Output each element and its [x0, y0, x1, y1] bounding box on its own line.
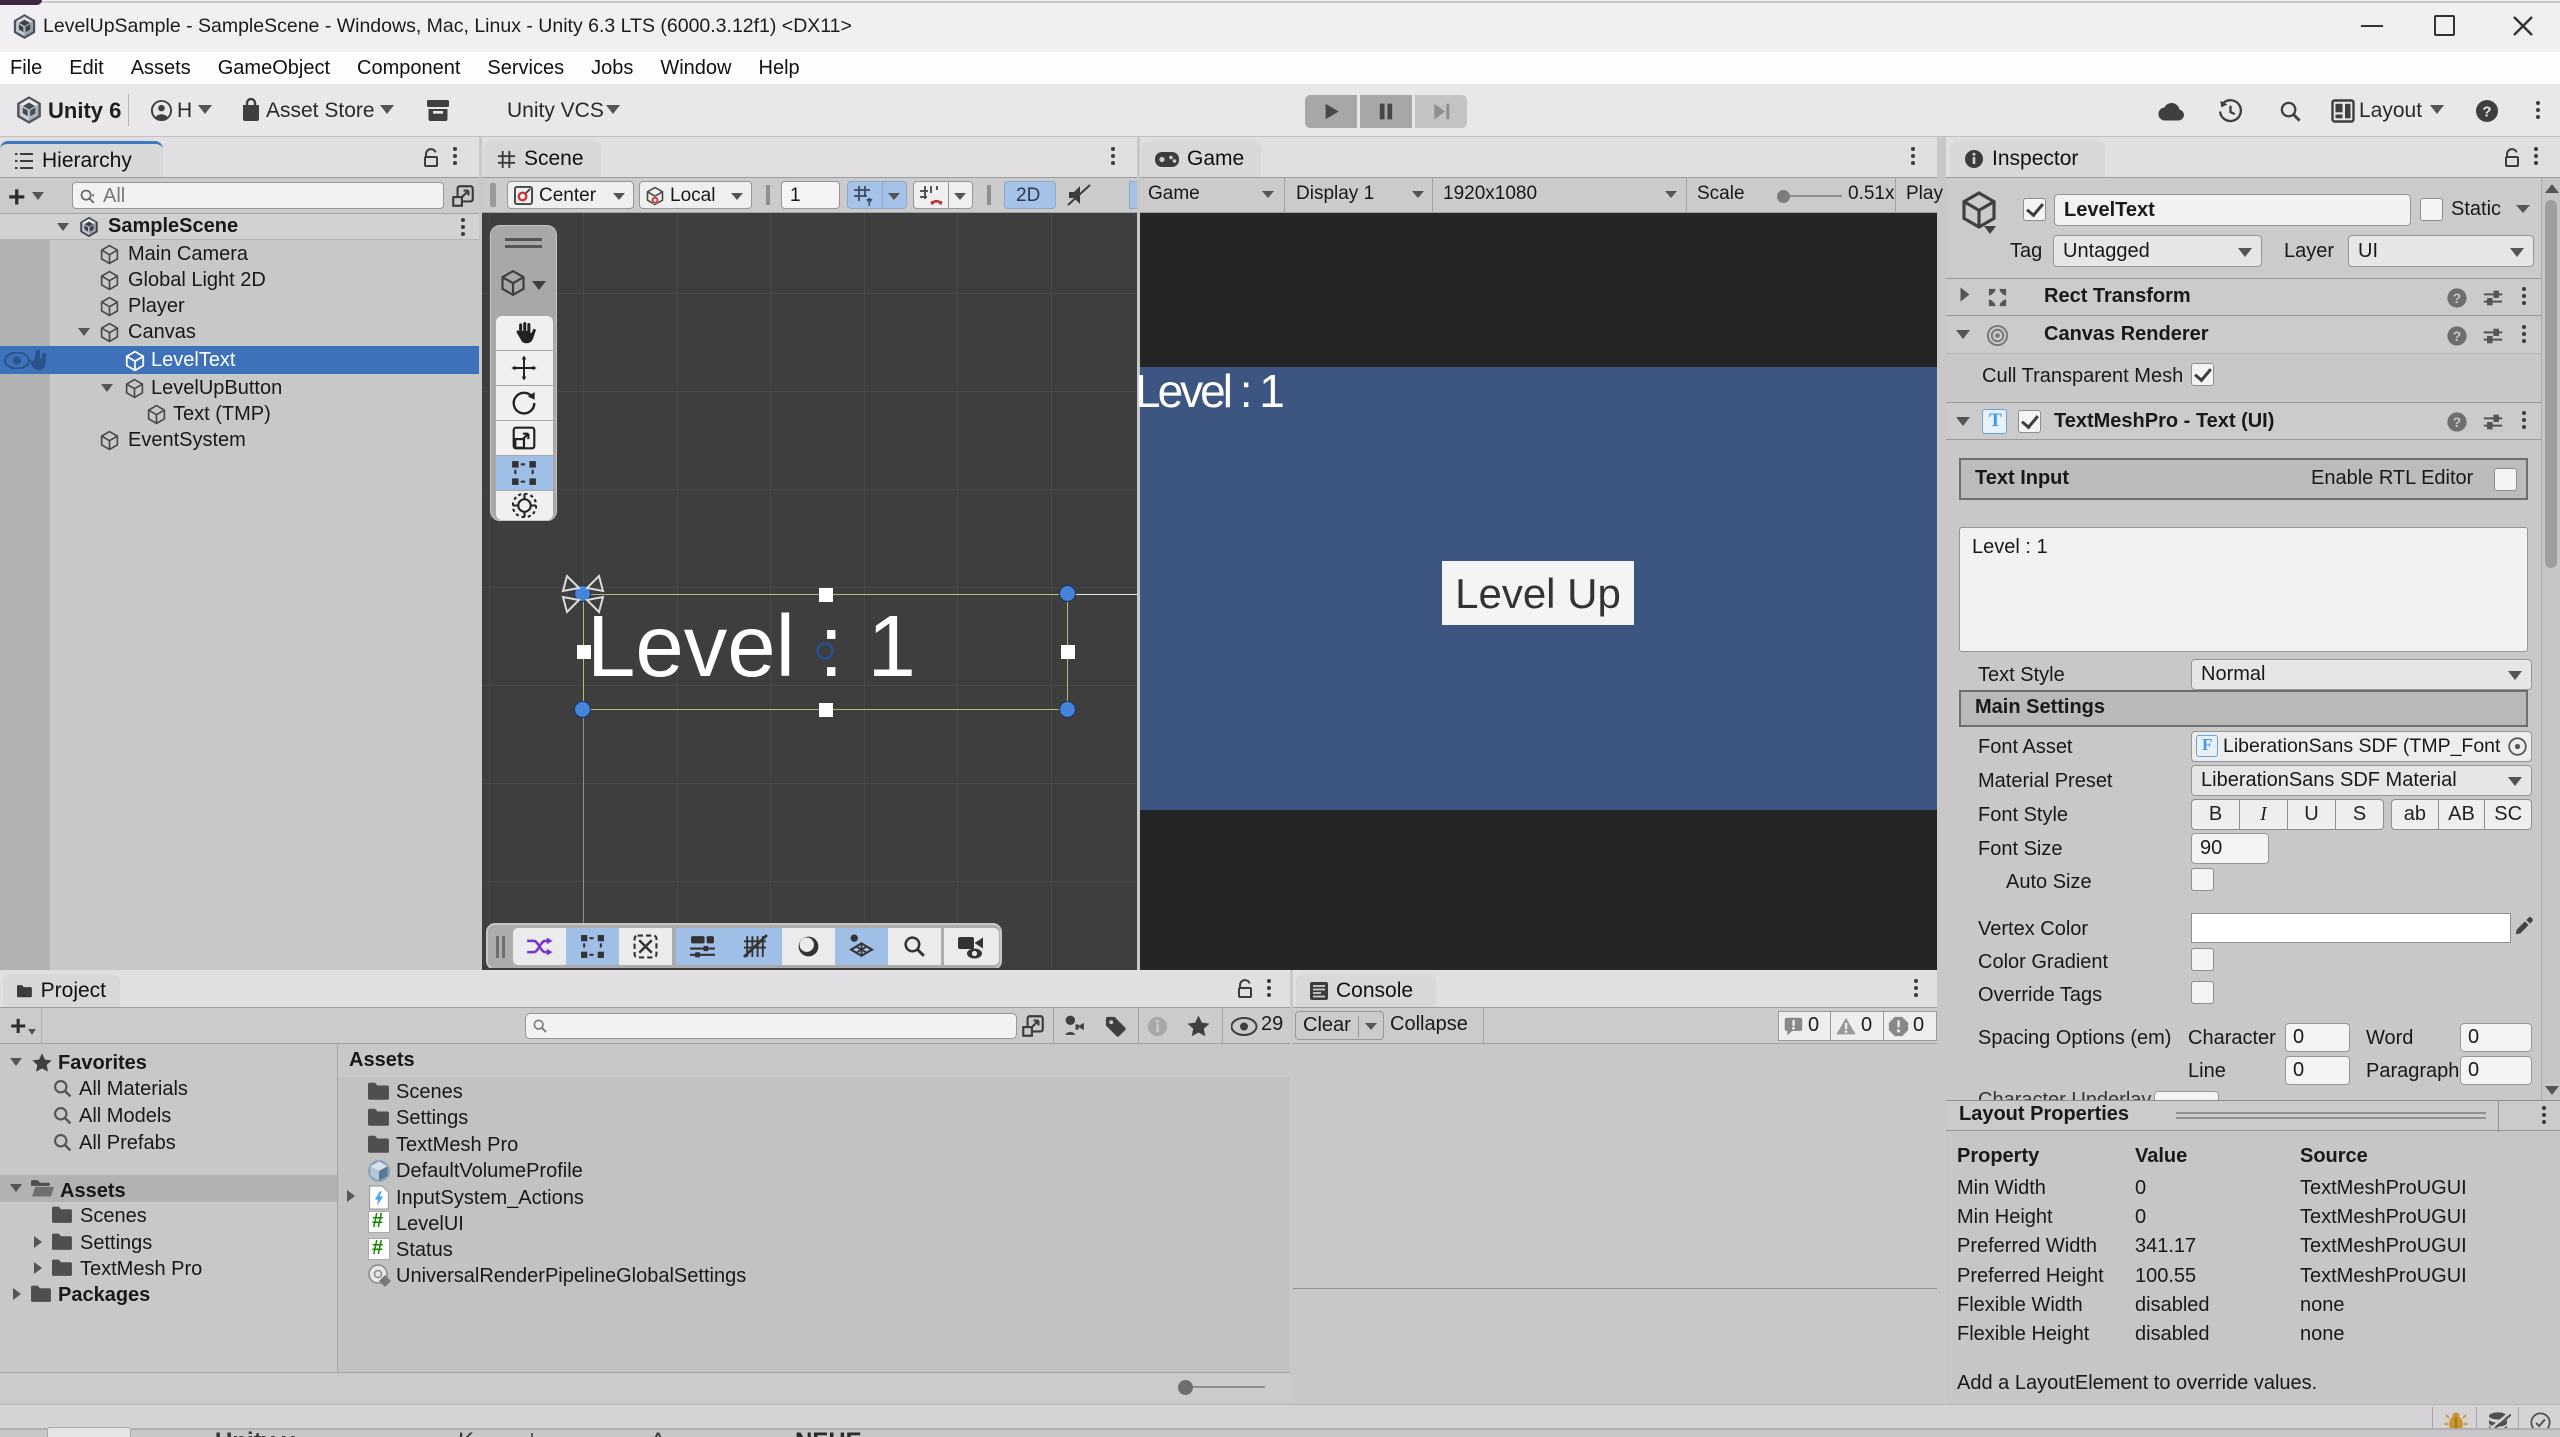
svg-text:?: ?	[2482, 104, 2491, 121]
svg-text:Y: Y	[866, 198, 873, 207]
